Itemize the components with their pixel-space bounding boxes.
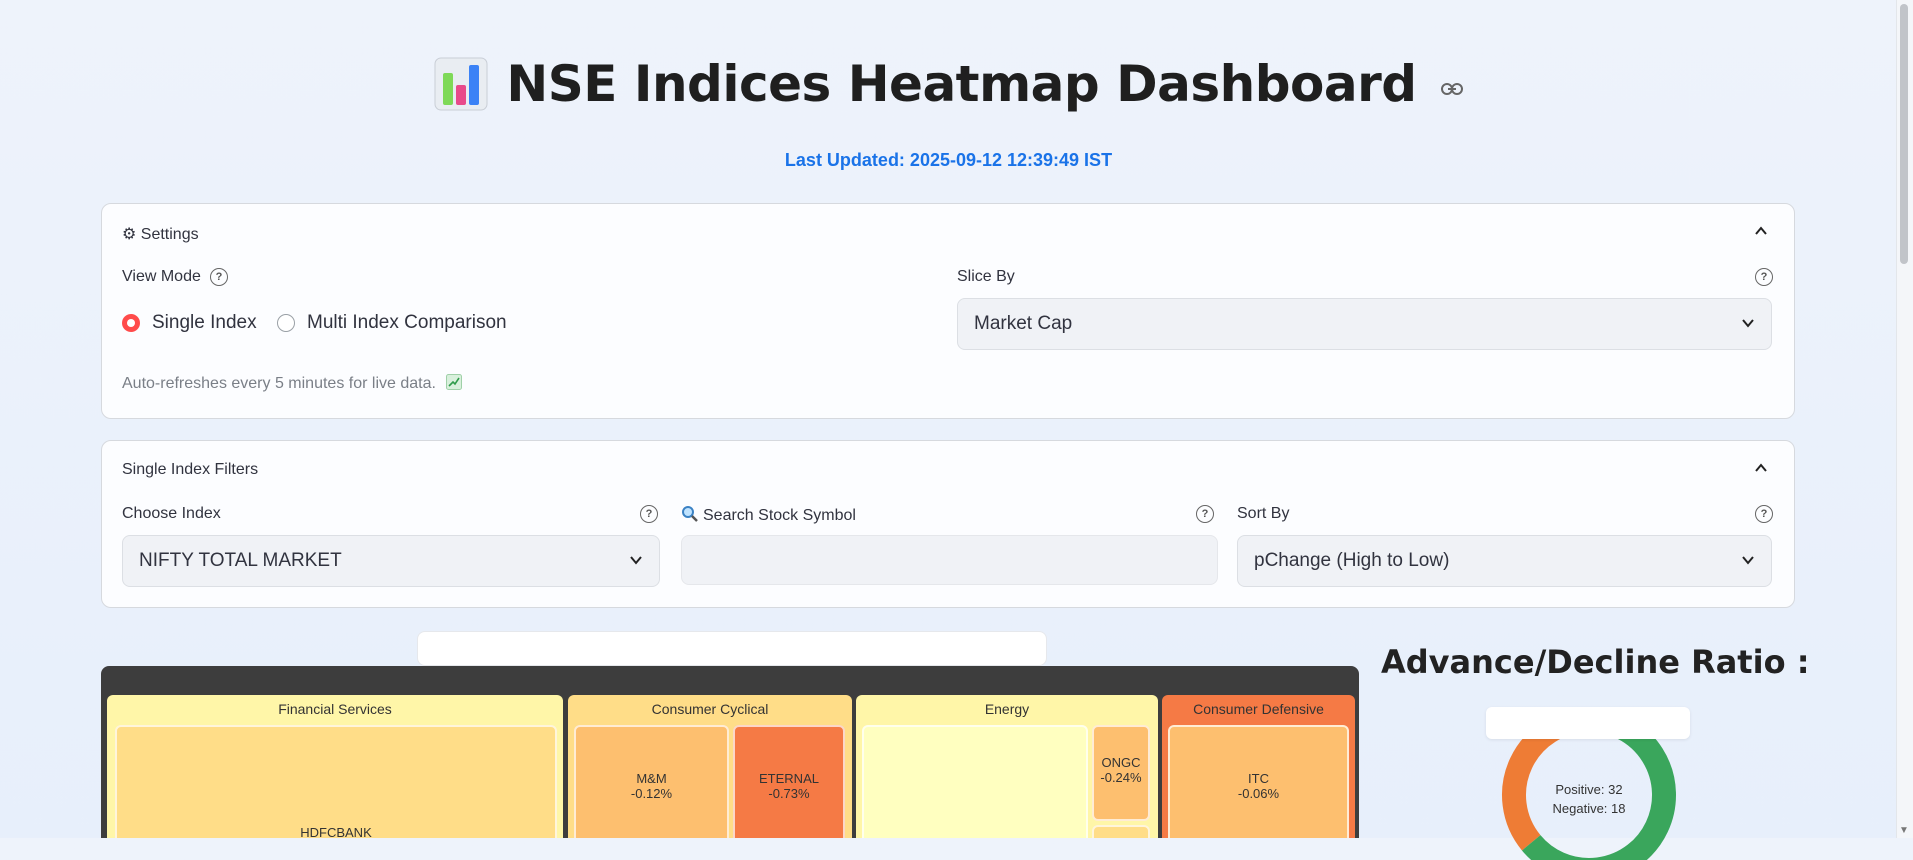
sort-by-value: pChange (High to Low)	[1254, 550, 1450, 571]
settings-panel: ⚙ Settings View Mode ? Single Index Mult…	[101, 203, 1795, 419]
tile-energy-small[interactable]	[1092, 825, 1150, 838]
link-icon[interactable]	[1440, 76, 1463, 102]
tile-symbol: HDFCBANK	[300, 825, 372, 838]
donut-legend	[1486, 707, 1690, 739]
tile-symbol: ETERNAL	[759, 771, 819, 786]
advance-decline-title: Advance/Decline Ratio :	[1381, 643, 1810, 681]
chart-up-icon	[446, 374, 463, 390]
help-icon[interactable]: ?	[1755, 268, 1773, 286]
page-title: NSE Indices Heatmap Dashboard	[506, 55, 1417, 113]
tile-symbol: ITC	[1248, 771, 1269, 786]
filters-title[interactable]: Single Index Filters	[122, 461, 258, 479]
tile-change: -0.24%	[1100, 770, 1142, 785]
heatmap-toolbar	[417, 631, 1047, 666]
sector-title: Energy	[984, 701, 1030, 717]
tile-eternal[interactable]: ETERNAL -0.73%	[733, 725, 845, 838]
radio-label-multi-index[interactable]: Multi Index Comparison	[307, 312, 507, 334]
sector-title: Consumer Defensive	[1193, 701, 1324, 717]
choose-index-value: NIFTY TOTAL MARKET	[139, 550, 342, 571]
tile-ongc[interactable]: ONGC -0.24%	[1092, 725, 1150, 821]
tile-symbol: ONGC	[1101, 755, 1141, 770]
bar-chart-icon	[434, 57, 488, 111]
chevron-up-icon[interactable]	[1754, 461, 1768, 475]
tile-change: -0.06%	[1237, 786, 1280, 801]
tile-mm[interactable]: M&M -0.12%	[574, 725, 729, 838]
sort-by-label: Sort By	[1237, 505, 1290, 522]
help-icon[interactable]: ?	[1196, 505, 1214, 523]
tile-energy-large[interactable]	[862, 725, 1088, 838]
tile-itc[interactable]: ITC -0.06%	[1168, 725, 1349, 838]
chevron-down-icon	[1742, 319, 1754, 328]
slice-by-value: Market Cap	[974, 313, 1073, 334]
scroll-down-arrow-icon[interactable]: ▼	[1899, 825, 1909, 836]
magnifier-icon	[682, 506, 698, 522]
sector-energy[interactable]: Energy ONGC -0.24%	[856, 695, 1158, 838]
app-root: NSE Indices Heatmap Dashboard Last Updat…	[0, 0, 1897, 860]
chevron-down-icon	[630, 556, 642, 565]
radio-multi-index[interactable]	[277, 314, 295, 332]
sector-consumer-defensive[interactable]: Consumer Defensive ITC -0.06%	[1162, 695, 1355, 838]
sort-by-select[interactable]: pChange (High to Low)	[1237, 535, 1772, 587]
sector-consumer-cyclical[interactable]: Consumer Cyclical M&M -0.12% ETERNAL -0.…	[568, 695, 852, 838]
single-index-filters-panel: Single Index Filters Choose Index ? NIFT…	[101, 440, 1795, 608]
scrollbar-thumb[interactable]	[1900, 4, 1908, 264]
sector-title: Financial Services	[278, 701, 392, 717]
page-scrollbar[interactable]: ▼	[1896, 0, 1913, 838]
sector-title: Consumer Cyclical	[651, 701, 769, 717]
slice-by-select[interactable]: Market Cap	[957, 298, 1772, 350]
radio-label-single-index[interactable]: Single Index	[152, 312, 257, 334]
tile-symbol: M&M	[636, 771, 667, 786]
negative-count: Negative: 18	[1552, 801, 1626, 816]
radio-single-index[interactable]	[122, 314, 140, 332]
help-icon[interactable]: ?	[640, 505, 658, 523]
chevron-down-icon	[1742, 556, 1754, 565]
slice-by-label: Slice By	[957, 268, 1015, 285]
choose-index-select[interactable]: NIFTY TOTAL MARKET	[122, 535, 660, 587]
sector-financial-services[interactable]: Financial Services HDFCBANK	[107, 695, 563, 838]
view-mode-label: View Mode	[122, 268, 201, 285]
search-label: Search Stock Symbol	[681, 505, 856, 525]
auto-refresh-caption: Auto-refreshes every 5 minutes for live …	[122, 374, 463, 393]
settings-title[interactable]: ⚙ Settings	[122, 224, 199, 244]
tile-change: -0.73%	[768, 786, 810, 801]
tile-change: -0.12%	[630, 786, 673, 801]
help-icon[interactable]: ?	[210, 268, 228, 286]
help-icon[interactable]: ?	[1755, 505, 1773, 523]
heatmap-treemap[interactable]: Financial Services HDFCBANK Consumer Cyc…	[101, 666, 1359, 838]
positive-count: Positive: 32	[1555, 782, 1623, 797]
search-stock-input[interactable]	[681, 535, 1218, 585]
tile-hdfcbank[interactable]: HDFCBANK	[115, 725, 557, 838]
last-updated-text: Last Updated: 2025-09-12 12:39:49 IST	[784, 150, 1113, 170]
choose-index-label: Choose Index	[122, 505, 221, 522]
page-header: NSE Indices Heatmap Dashboard	[0, 55, 1897, 116]
chevron-up-icon[interactable]	[1754, 224, 1768, 238]
